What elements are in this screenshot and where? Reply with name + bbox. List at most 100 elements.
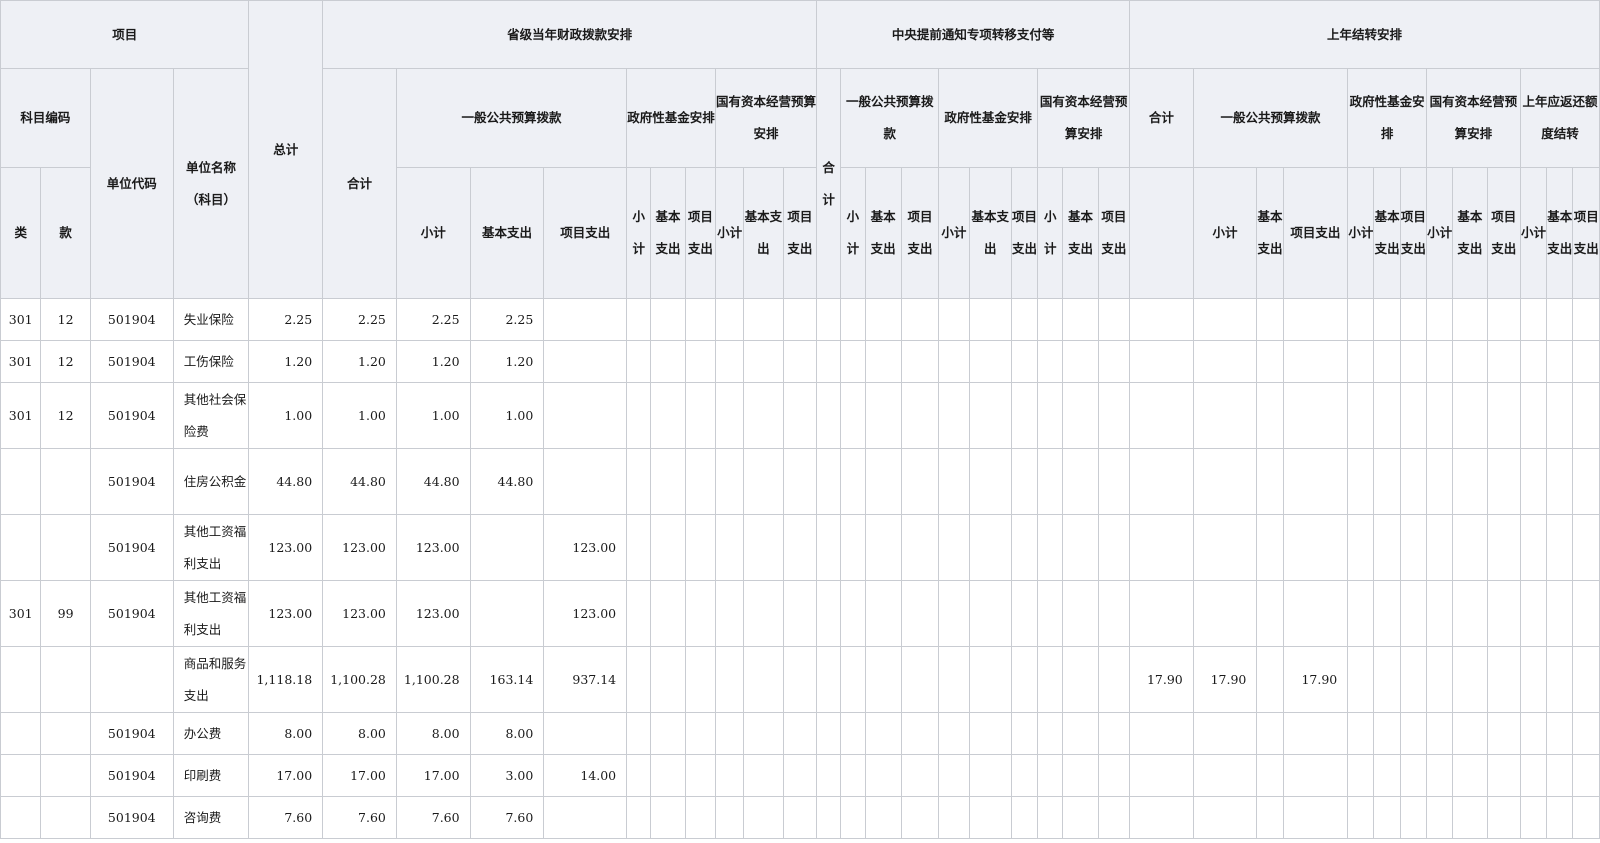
cell-empty	[1546, 754, 1574, 797]
cell-empty	[816, 754, 842, 797]
cell-empty	[938, 796, 970, 839]
cell-empty	[1097, 646, 1131, 713]
cell-carry-basic	[1256, 754, 1284, 797]
cell-section	[40, 754, 91, 797]
cell-empty	[743, 754, 784, 797]
cell-empty	[938, 298, 970, 341]
cell-empty	[1097, 796, 1131, 839]
cell-empty	[1062, 754, 1099, 797]
cell-empty	[1347, 514, 1375, 581]
cell-empty	[900, 754, 940, 797]
cell-empty	[840, 796, 866, 839]
cell-empty	[1037, 754, 1064, 797]
cell-prov-project	[543, 340, 628, 383]
cell-prov-project	[543, 382, 628, 449]
cell-carry-basic	[1256, 514, 1284, 581]
header-car-gb-subtotal: 小计	[1192, 167, 1258, 299]
header-carry-state-capital: 国有资本经营预算安排	[1425, 68, 1521, 168]
cell-empty	[1037, 298, 1064, 341]
cell-empty	[650, 298, 686, 341]
cell-empty	[1347, 298, 1375, 341]
cell-prov-total: 123.00	[322, 580, 397, 647]
cell-empty	[1572, 712, 1600, 755]
cell-section	[40, 646, 91, 713]
cell-empty	[938, 448, 970, 515]
cell-carry-subtotal	[1192, 754, 1258, 797]
cell-empty	[1037, 382, 1064, 449]
cell-empty	[864, 754, 902, 797]
cell-carry-project	[1282, 580, 1349, 647]
cell-empty	[1572, 580, 1600, 647]
cell-empty	[782, 712, 818, 755]
cell-empty	[1399, 712, 1427, 755]
cell-empty	[900, 382, 940, 449]
cell-empty	[816, 712, 842, 755]
cell-empty	[968, 796, 1012, 839]
header-project: 项目	[0, 0, 250, 69]
cell-empty	[743, 712, 784, 755]
header-prov-general-budget: 一般公共预算拨款	[395, 68, 628, 168]
cell-carry-project	[1282, 514, 1349, 581]
cell-grand-total: 8.00	[248, 712, 324, 755]
header-prov-sc-basic: 基本支出	[743, 167, 784, 299]
table-row: 商品和服务支出 1,118.18 1,100.28 1,100.28 163.14 937…	[0, 646, 1600, 713]
cell-empty	[1097, 754, 1131, 797]
cell-empty	[1519, 754, 1548, 797]
cell-empty	[1062, 646, 1099, 713]
cell-unit-code: 501904	[89, 712, 174, 755]
cell-prov-project	[543, 712, 628, 755]
cell-empty	[1572, 796, 1600, 839]
header-central-general-budget: 一般公共预算拨款	[840, 68, 940, 168]
cell-category	[0, 448, 42, 515]
cell-empty	[1347, 646, 1375, 713]
cell-prov-total: 123.00	[322, 514, 397, 581]
cell-carry-project: 17.90	[1282, 646, 1349, 713]
cell-empty	[1486, 340, 1521, 383]
cell-carry-subtotal	[1192, 448, 1258, 515]
cell-empty	[650, 646, 686, 713]
header-car-sc-project: 项目支出	[1486, 167, 1521, 299]
cell-empty	[840, 712, 866, 755]
cell-empty	[1373, 340, 1401, 383]
cell-carry-subtotal	[1192, 796, 1258, 839]
cell-empty	[626, 580, 652, 647]
cell-empty	[626, 298, 652, 341]
cell-empty	[1062, 580, 1099, 647]
cell-unit-name: 商品和服务支出	[172, 646, 250, 713]
cell-category: 301	[0, 340, 42, 383]
cell-empty	[714, 580, 745, 647]
cell-empty	[1425, 646, 1454, 713]
cell-empty	[1546, 382, 1574, 449]
cell-empty	[1399, 754, 1427, 797]
cell-empty	[1399, 448, 1427, 515]
cell-empty	[900, 340, 940, 383]
cell-empty	[840, 580, 866, 647]
table-row: 501904 咨询费 7.60 7.60 7.60 7.60	[0, 796, 1600, 839]
header-ref-basic: 基本支出	[1546, 167, 1574, 299]
cell-empty	[1425, 754, 1454, 797]
header-carryover: 上年结转安排	[1129, 0, 1600, 69]
cell-prov-subtotal: 1.20	[395, 340, 471, 383]
cell-empty	[650, 712, 686, 755]
cell-empty	[1486, 646, 1521, 713]
cell-empty	[840, 340, 866, 383]
cell-prov-total: 1.00	[322, 382, 397, 449]
cell-grand-total: 1,118.18	[248, 646, 324, 713]
header-cen-sc-project: 项目支出	[1097, 167, 1131, 299]
cell-unit-code: 501904	[89, 448, 174, 515]
cell-empty	[938, 340, 970, 383]
cell-empty	[1062, 712, 1099, 755]
cell-carry-total	[1129, 580, 1194, 647]
table-body: 301 12 501904 失业保险 2.25 2.25 2.25 2.25 301 12 5019…	[0, 298, 1600, 839]
cell-empty	[743, 796, 784, 839]
cell-empty	[1062, 298, 1099, 341]
header-provincial: 省级当年财政拨款安排	[322, 0, 818, 69]
cell-carry-subtotal: 17.90	[1192, 646, 1258, 713]
cell-empty	[1519, 796, 1548, 839]
cell-empty	[1572, 382, 1600, 449]
cell-empty	[1399, 340, 1427, 383]
cell-empty	[1452, 448, 1488, 515]
cell-prov-basic: 163.14	[469, 646, 545, 713]
cell-empty	[900, 298, 940, 341]
cell-carry-subtotal	[1192, 382, 1258, 449]
